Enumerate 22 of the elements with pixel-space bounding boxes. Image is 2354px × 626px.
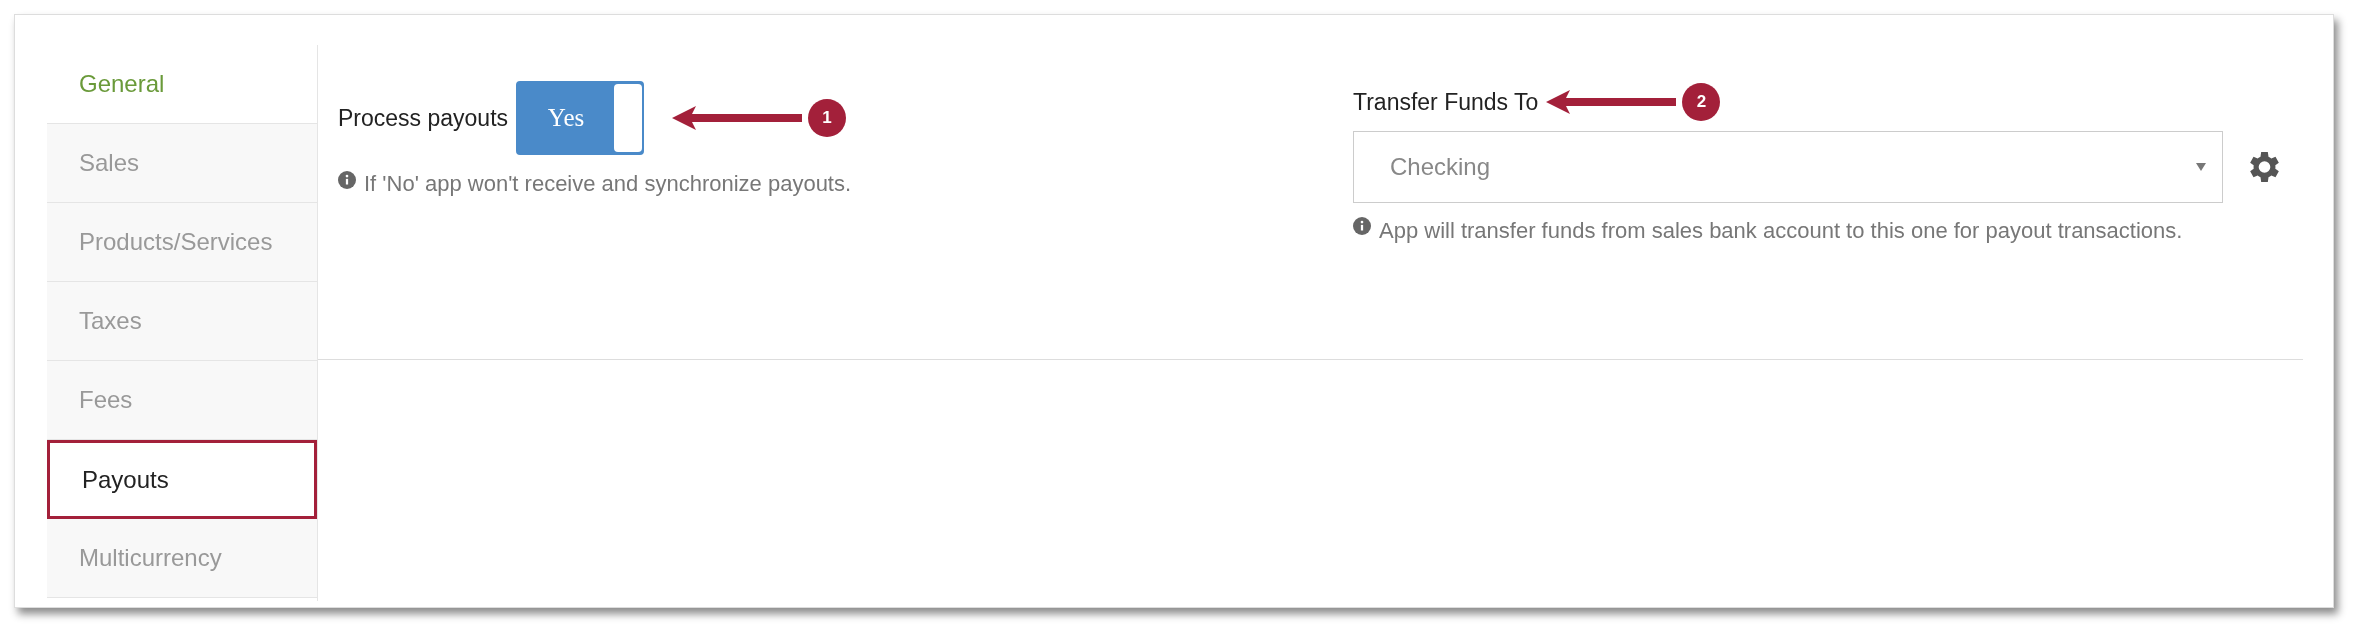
toggle-label: Yes — [546, 103, 586, 134]
info-icon — [338, 171, 356, 189]
sidebar-item[interactable]: Multicurrency — [47, 519, 317, 598]
arrow-icon — [672, 106, 803, 130]
callout-number: 2 — [1682, 83, 1721, 121]
field-label: Process payouts — [338, 103, 509, 133]
sidebar-item[interactable]: Products/Services — [47, 203, 317, 282]
arrow-icon — [1546, 90, 1677, 114]
toggle-switch[interactable]: Yes — [516, 81, 645, 155]
help-text: If 'No' app won't receive and synchronize payouts. — [364, 170, 852, 198]
field-label: Transfer Funds To — [1353, 87, 1539, 117]
sidebar-item[interactable]: Sales — [47, 124, 317, 203]
select-value: Checking — [1390, 152, 1491, 182]
callout-number: 1 — [808, 99, 847, 137]
toggle-knob[interactable] — [614, 84, 643, 152]
info-icon — [1353, 217, 1371, 235]
help-text: App will transfer funds from sales bank account to this one for payout transactions. — [1379, 217, 2183, 245]
sidebar-item[interactable]: Taxes — [47, 282, 317, 361]
sidebar-item[interactable]: Fees — [47, 361, 317, 440]
account-select[interactable]: Checking — [1353, 131, 2223, 203]
sidebar-item[interactable]: Payouts — [47, 440, 317, 519]
caret-icon — [2196, 163, 2206, 171]
